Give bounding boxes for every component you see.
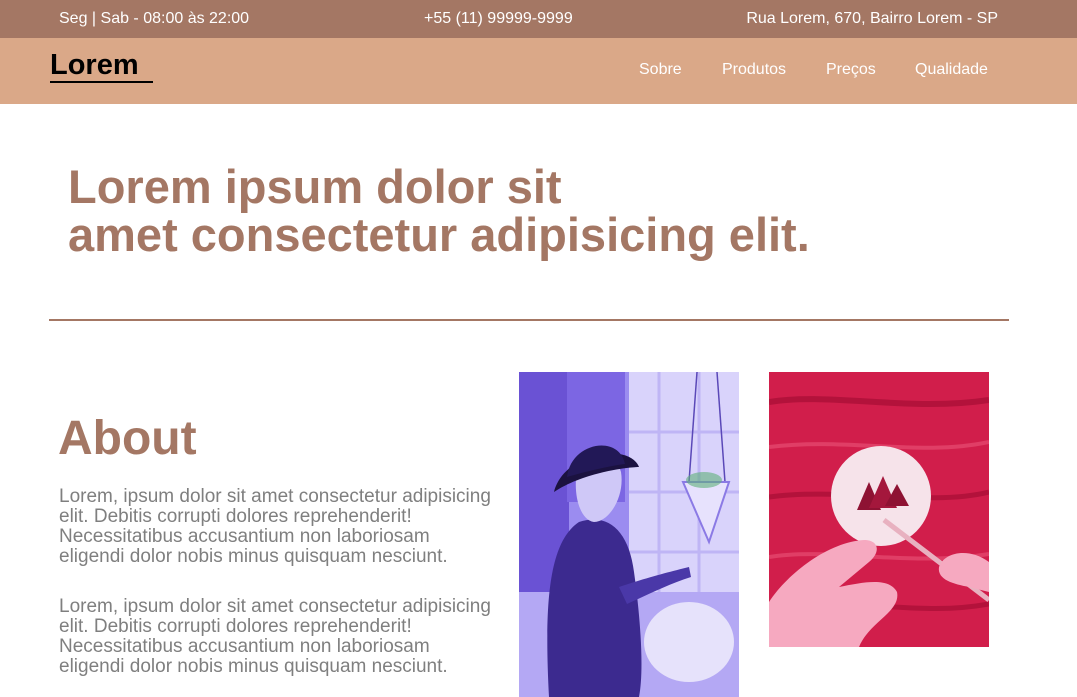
section-divider bbox=[49, 319, 1009, 321]
nav-link-sobre[interactable]: Sobre bbox=[639, 61, 682, 79]
woman-in-hat-photo bbox=[519, 372, 739, 697]
opening-hours: Seg | Sab - 08:00 às 22:00 bbox=[59, 10, 250, 27]
about-paragraph-2: Lorem, ipsum dolor sit amet consectetur … bbox=[59, 596, 491, 677]
hero-title-line-2: amet consectetur adipisicing elit. bbox=[68, 208, 810, 261]
hero-title-line-1: Lorem ipsum dolor sit bbox=[68, 160, 562, 213]
hero-title: Lorem ipsum dolor sit amet consectetur a… bbox=[68, 163, 968, 259]
nav-link-qualidade[interactable]: Qualidade bbox=[915, 61, 988, 79]
woman-in-hat-illustration bbox=[519, 372, 739, 697]
about-heading: About bbox=[58, 412, 197, 465]
address: Rua Lorem, 670, Bairro Lorem - SP bbox=[746, 10, 998, 27]
nav-link-precos[interactable]: Preços bbox=[826, 61, 876, 79]
hands-painting-illustration bbox=[769, 372, 989, 647]
phone-number[interactable]: +55 (11) 99999-9999 bbox=[424, 10, 573, 28]
top-info-bar: Seg | Sab - 08:00 às 22:00 +55 (11) 9999… bbox=[0, 0, 1077, 38]
hands-painting-photo bbox=[769, 372, 989, 647]
logo[interactable]: Lorem bbox=[50, 49, 153, 83]
about-paragraph-1: Lorem, ipsum dolor sit amet consectetur … bbox=[59, 486, 491, 567]
nav-link-produtos[interactable]: Produtos bbox=[722, 61, 786, 79]
navbar: Lorem Sobre Produtos Preços Qualidade bbox=[0, 38, 1077, 104]
